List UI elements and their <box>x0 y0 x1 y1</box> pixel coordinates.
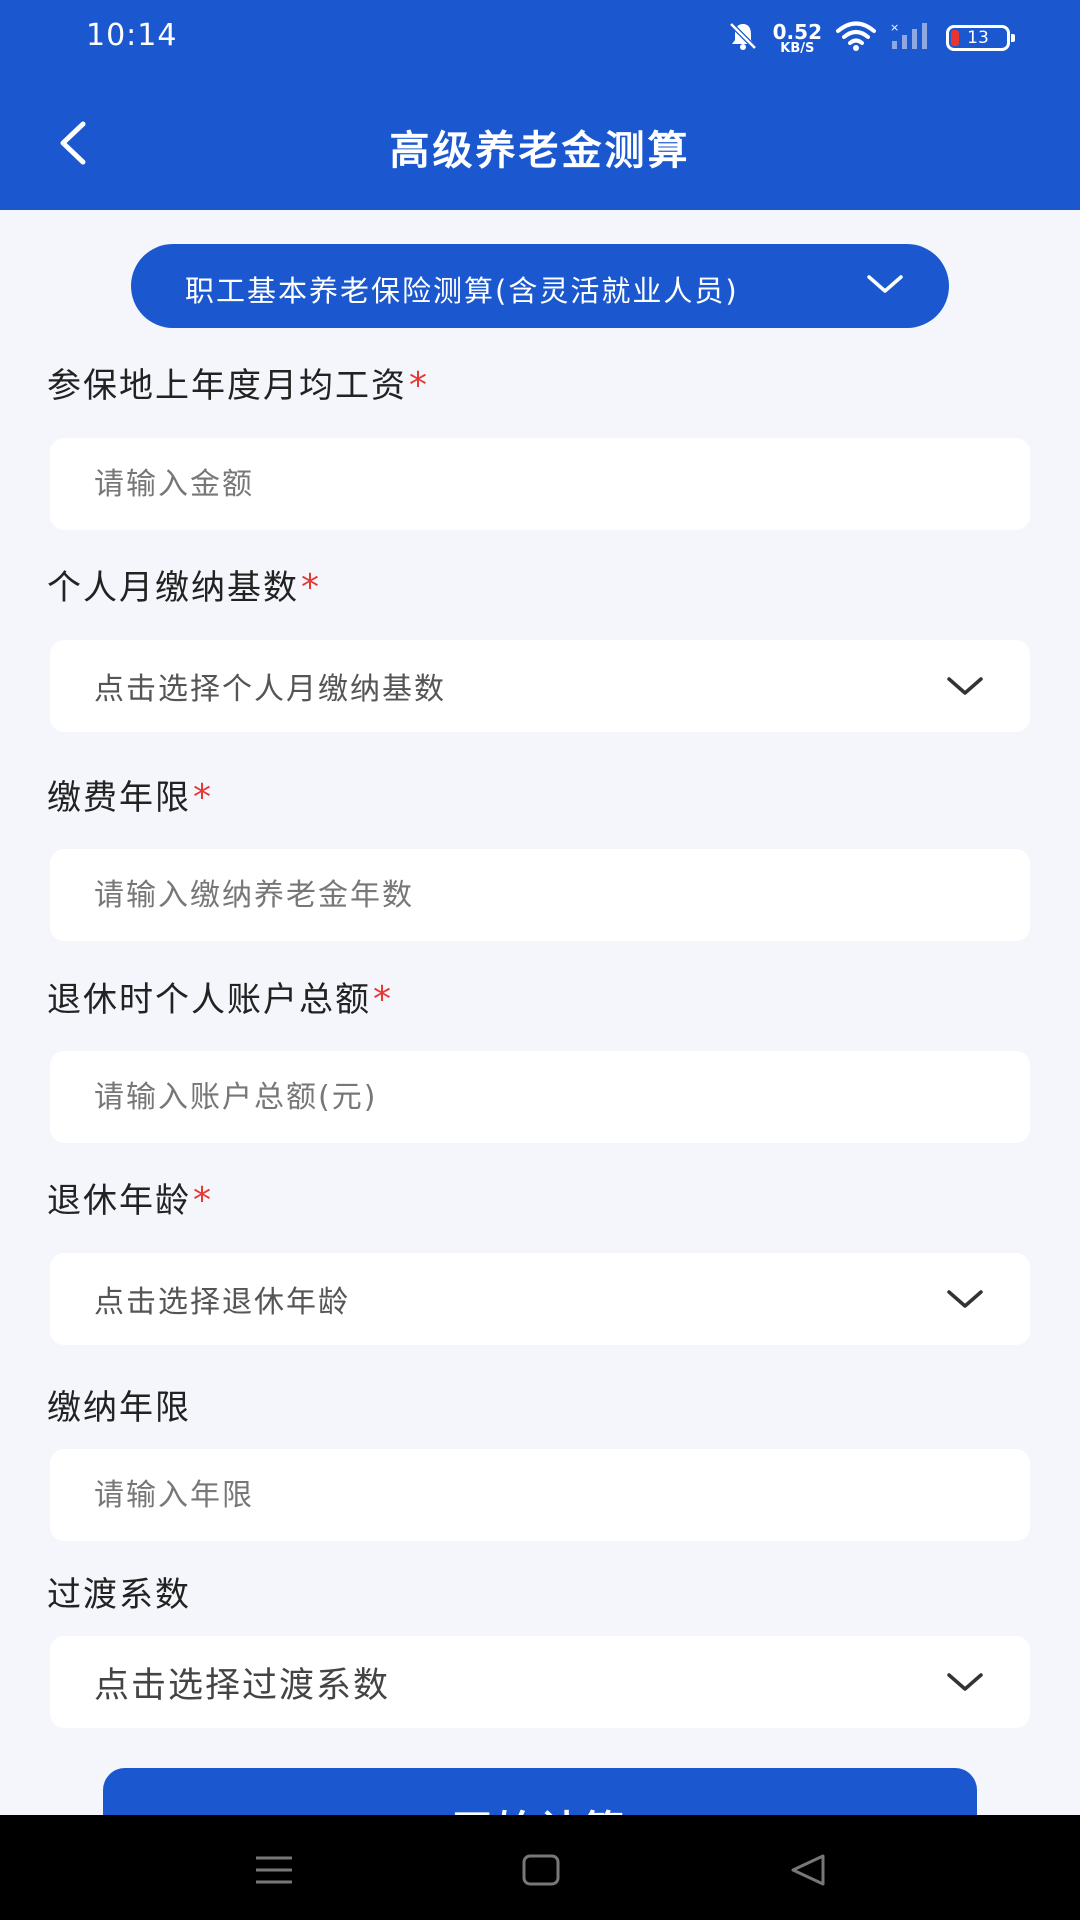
years-field-box <box>50 849 1030 941</box>
avg-wage-label: 参保地上年度月均工资* <box>47 358 429 407</box>
chevron-down-icon <box>947 1290 983 1308</box>
status-icons: 0.52 KB/S × 13 <box>727 18 1015 58</box>
years-label: 缴费年限* <box>47 770 213 819</box>
system-nav-bar <box>0 1815 1080 1920</box>
menu-icon <box>256 1856 292 1884</box>
base-label-text: 个人月缴纳基数 <box>47 568 299 608</box>
mute-bell-icon <box>727 20 759 56</box>
home-square-icon <box>522 1854 560 1886</box>
base-label: 个人月缴纳基数* <box>47 560 321 609</box>
base-select-placeholder: 点击选择个人月缴纳基数 <box>94 672 446 707</box>
net-speed-value: 0.52 <box>772 19 822 44</box>
status-time: 10:14 <box>86 18 178 53</box>
avg-wage-input[interactable] <box>50 438 1030 530</box>
required-mark: * <box>301 567 321 608</box>
back-nav-button[interactable] <box>778 1845 838 1895</box>
base-select[interactable]: 点击选择个人月缴纳基数 <box>50 640 1030 732</box>
pay-years-input[interactable] <box>50 1449 1030 1541</box>
insurance-type-selector[interactable]: 职工基本养老保险测算(含灵活就业人员) <box>131 244 949 328</box>
status-bar: 10:14 0.52 KB/S × 13 <box>0 0 1080 80</box>
transition-select-placeholder: 点击选择过渡系数 <box>94 1665 391 1706</box>
app-header: 10:14 0.52 KB/S × 13 高级养老金测算 <box>0 0 1080 210</box>
page-title: 高级养老金测算 <box>389 128 691 174</box>
chevron-down-icon <box>867 275 903 293</box>
retire-age-select-placeholder: 点击选择退休年龄 <box>94 1285 350 1320</box>
years-input[interactable] <box>50 849 1030 941</box>
back-triangle-icon <box>791 1854 825 1886</box>
required-mark: * <box>373 979 393 1020</box>
retire-age-label-text: 退休年龄 <box>47 1181 191 1221</box>
menu-button[interactable] <box>244 1845 304 1895</box>
net-speed-unit: KB/S <box>780 40 815 56</box>
account-label-text: 退休时个人账户总额 <box>47 980 371 1020</box>
pay-years-field-box <box>50 1449 1030 1541</box>
avg-wage-label-text: 参保地上年度月均工资 <box>47 366 407 406</box>
transition-label: 过渡系数 <box>47 1567 191 1616</box>
avg-wage-field-box <box>50 438 1030 530</box>
home-button[interactable] <box>511 1845 571 1895</box>
chevron-down-icon <box>947 1673 983 1691</box>
account-label: 退休时个人账户总额* <box>47 972 393 1021</box>
transition-label-text: 过渡系数 <box>47 1575 191 1615</box>
pay-years-label: 缴纳年限 <box>47 1380 191 1429</box>
svg-text:×: × <box>890 21 899 34</box>
retire-age-select[interactable]: 点击选择退休年龄 <box>50 1253 1030 1345</box>
account-input[interactable] <box>50 1051 1030 1143</box>
net-speed: 0.52 KB/S <box>773 22 822 55</box>
insurance-type-label: 职工基本养老保险测算(含灵活就业人员) <box>185 274 739 308</box>
years-label-text: 缴费年限 <box>47 778 191 818</box>
nav-bar: 高级养老金测算 <box>0 100 1080 190</box>
wifi-icon <box>836 20 876 56</box>
required-mark: * <box>193 1180 213 1221</box>
chevron-down-icon <box>947 677 983 695</box>
battery-icon: 13 <box>946 25 1015 51</box>
battery-level: 13 <box>967 28 989 48</box>
retire-age-label: 退休年龄* <box>47 1173 213 1222</box>
required-mark: * <box>409 365 429 406</box>
transition-select[interactable]: 点击选择过渡系数 <box>50 1636 1030 1728</box>
account-field-box <box>50 1051 1030 1143</box>
pay-years-label-text: 缴纳年限 <box>47 1388 191 1428</box>
signal-icon: × <box>890 21 932 55</box>
required-mark: * <box>193 777 213 818</box>
